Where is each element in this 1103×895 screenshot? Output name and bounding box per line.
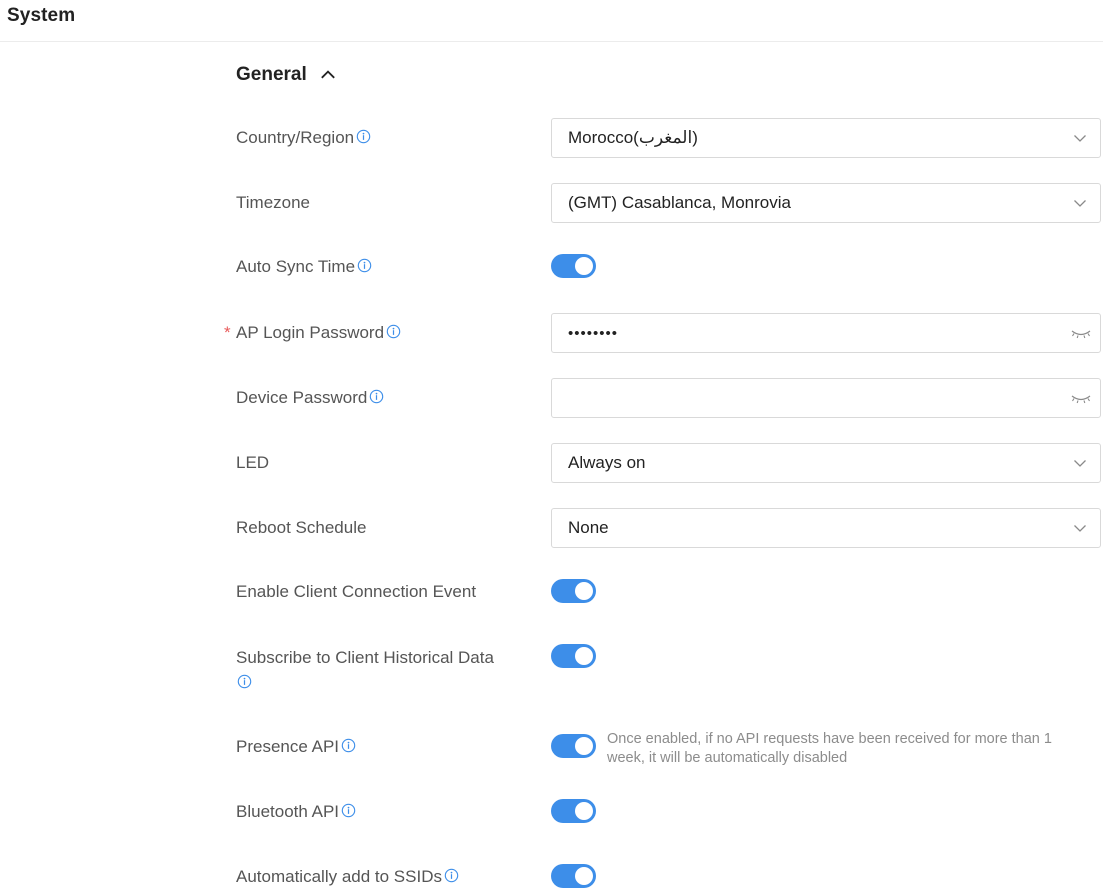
led-select[interactable]: Always on: [551, 443, 1101, 483]
toggle-knob: [575, 582, 593, 600]
presence-label: Presence API: [236, 735, 536, 759]
info-icon[interactable]: [369, 389, 384, 404]
info-icon[interactable]: [341, 738, 356, 753]
page-header: System: [0, 0, 1103, 42]
toggle-knob: [575, 647, 593, 665]
device-password-label: Device Password: [236, 386, 536, 410]
led-label: LED: [236, 451, 536, 475]
led-value: Always on: [568, 453, 646, 472]
bluetooth-label: Bluetooth API: [236, 800, 536, 824]
presence-toggle[interactable]: [551, 734, 596, 758]
country-value: Morocco(المغرب): [568, 128, 698, 147]
chevron-down-icon: [1072, 195, 1088, 211]
toggle-knob: [575, 802, 593, 820]
info-icon[interactable]: [341, 803, 356, 818]
country-label-text: Country/Region: [236, 128, 355, 147]
info-icon[interactable]: [237, 674, 252, 689]
timezone-label: Timezone: [236, 191, 536, 215]
chevron-down-icon: [1072, 455, 1088, 471]
bluetooth-label-text: Bluetooth API: [236, 802, 340, 821]
ap-password-input[interactable]: ••••••••: [551, 313, 1101, 353]
historical-label-text: Subscribe to Client Historical Data: [236, 648, 494, 667]
timezone-label-text: Timezone: [236, 193, 311, 212]
timezone-value: (GMT) Casablanca, Monrovia: [568, 193, 791, 212]
auto-sync-label: Auto Sync Time: [236, 255, 536, 279]
auto-add-label-text: Automatically add to SSIDs: [236, 867, 442, 886]
section-header-general[interactable]: General: [236, 62, 339, 88]
auto-add-label: Automatically add to SSIDs: [236, 865, 536, 889]
client-event-toggle[interactable]: [551, 579, 596, 603]
country-label: Country/Region: [236, 126, 536, 150]
ap-password-label-text: AP Login Password: [236, 323, 385, 342]
eye-closed-icon[interactable]: [1070, 325, 1092, 341]
client-event-label: Enable Client Connection Event: [236, 580, 536, 604]
info-icon[interactable]: [444, 868, 459, 883]
ap-password-label: AP Login Password: [236, 321, 536, 345]
chevron-down-icon: [1072, 130, 1088, 146]
reboot-select[interactable]: None: [551, 508, 1101, 548]
reboot-label: Reboot Schedule: [236, 516, 536, 540]
bluetooth-toggle[interactable]: [551, 799, 596, 823]
eye-closed-icon[interactable]: [1070, 390, 1092, 406]
info-icon[interactable]: [357, 258, 372, 273]
led-label-text: LED: [236, 453, 270, 472]
ap-password-value: ••••••••: [568, 324, 619, 342]
section-title: General: [236, 64, 307, 85]
page-title: System: [7, 5, 76, 26]
presence-label-text: Presence API: [236, 737, 340, 756]
historical-label: Subscribe to Client Historical Data: [236, 645, 536, 695]
chevron-down-icon: [1072, 520, 1088, 536]
client-event-label-text: Enable Client Connection Event: [236, 582, 477, 601]
country-select[interactable]: Morocco(المغرب): [551, 118, 1101, 158]
auto-sync-toggle[interactable]: [551, 254, 596, 278]
device-password-input[interactable]: [551, 378, 1101, 418]
presence-hint: Once enabled, if no API requests have be…: [607, 731, 1052, 766]
auto-sync-label-text: Auto Sync Time: [236, 257, 356, 276]
required-mark: *: [224, 323, 231, 342]
timezone-select[interactable]: (GMT) Casablanca, Monrovia: [551, 183, 1101, 223]
historical-toggle[interactable]: [551, 644, 596, 668]
reboot-value: None: [568, 518, 609, 537]
info-icon[interactable]: [356, 129, 371, 144]
auto-add-toggle[interactable]: [551, 864, 596, 888]
device-password-label-text: Device Password: [236, 388, 368, 407]
toggle-knob: [575, 257, 593, 275]
toggle-knob: [575, 737, 593, 755]
chevron-up-icon[interactable]: [317, 64, 339, 86]
reboot-label-text: Reboot Schedule: [236, 518, 367, 537]
toggle-knob: [575, 867, 593, 885]
info-icon[interactable]: [386, 324, 401, 339]
